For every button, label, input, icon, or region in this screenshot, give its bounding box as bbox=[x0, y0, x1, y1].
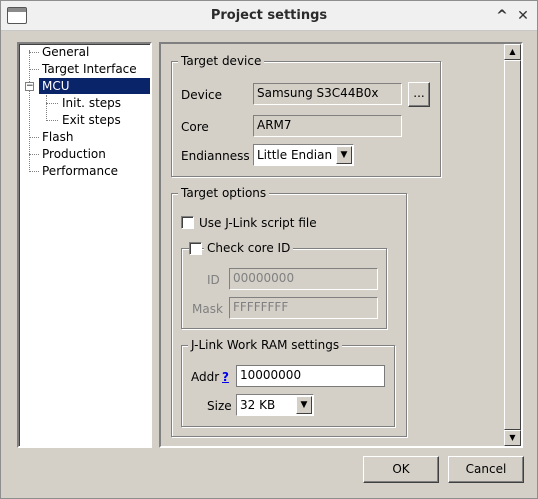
use-script-checkbox[interactable] bbox=[181, 216, 194, 229]
tree-connector bbox=[29, 50, 30, 170]
dropdown-arrow-icon[interactable]: ▼ bbox=[336, 146, 352, 164]
work-ram-legend: J-Link Work RAM settings bbox=[188, 337, 343, 353]
size-value: 32 KB bbox=[240, 398, 276, 412]
window-title: Project settings bbox=[210, 8, 328, 23]
tree-connector bbox=[29, 154, 39, 155]
tree-item-flash[interactable]: Flash bbox=[39, 129, 76, 145]
target-device-legend: Target device bbox=[178, 53, 265, 69]
check-core-id-checkbox[interactable] bbox=[189, 242, 202, 255]
size-select[interactable]: 32 KB ▼ bbox=[236, 394, 314, 416]
collapse-button[interactable]: ^ bbox=[494, 8, 510, 24]
tree-item-general[interactable]: General bbox=[39, 44, 92, 60]
endianness-value: Little Endian bbox=[257, 148, 333, 162]
tree-item-target-interface[interactable]: Target Interface bbox=[39, 61, 140, 77]
tree-connector bbox=[29, 137, 39, 138]
collapse-icon[interactable]: − bbox=[25, 82, 34, 91]
scroll-up-icon[interactable]: ▲ bbox=[504, 44, 521, 60]
close-icon[interactable]: ✕ bbox=[515, 8, 531, 24]
id-label: ID bbox=[207, 273, 220, 287]
addr-input[interactable]: 10000000 bbox=[236, 365, 385, 387]
cancel-button[interactable]: Cancel bbox=[448, 456, 524, 483]
mask-label: Mask bbox=[192, 302, 223, 316]
addr-help-link[interactable]: ? bbox=[222, 369, 229, 385]
tree-item-init-steps[interactable]: Init. steps bbox=[59, 95, 124, 111]
device-field: Samsung S3C44B0x bbox=[253, 83, 402, 105]
size-label: Size bbox=[207, 399, 232, 413]
tree-item-production[interactable]: Production bbox=[39, 146, 109, 162]
id-field[interactable]: 00000000 bbox=[229, 268, 378, 290]
project-settings-dialog: Project settings ^ ✕ General Target Inte… bbox=[0, 0, 538, 499]
tree-item-performance[interactable]: Performance bbox=[39, 163, 121, 179]
core-field: ARM7 bbox=[253, 115, 402, 137]
panel-scrollbar[interactable]: ▲ ▼ bbox=[504, 44, 521, 446]
tree-connector bbox=[46, 103, 58, 104]
endianness-select[interactable]: Little Endian ▼ bbox=[253, 144, 354, 166]
target-options-legend: Target options bbox=[178, 185, 270, 201]
tree-item-exit-steps[interactable]: Exit steps bbox=[59, 112, 124, 128]
ok-button[interactable]: OK bbox=[363, 456, 439, 483]
scroll-down-icon[interactable]: ▼ bbox=[504, 430, 521, 446]
browse-device-button[interactable]: ... bbox=[408, 82, 430, 107]
dropdown-arrow-icon[interactable]: ▼ bbox=[296, 396, 312, 414]
device-label: Device bbox=[181, 88, 223, 102]
tree-connector bbox=[29, 171, 39, 172]
core-label: Core bbox=[181, 120, 209, 134]
mask-field[interactable]: FFFFFFFF bbox=[229, 297, 378, 319]
tree-item-mcu[interactable]: MCU bbox=[39, 78, 150, 94]
tree-connector bbox=[29, 69, 39, 70]
tree-connector bbox=[46, 95, 47, 121]
addr-label: Addr bbox=[191, 370, 220, 384]
scrollbar-thumb[interactable] bbox=[504, 60, 521, 430]
title-bar: Project settings ^ ✕ bbox=[1, 1, 537, 31]
tree-connector bbox=[46, 120, 58, 121]
use-script-label[interactable]: Use J-Link script file bbox=[199, 215, 317, 231]
settings-tree[interactable]: General Target Interface − MCU Init. ste… bbox=[17, 42, 152, 448]
endianness-label: Endianness bbox=[181, 149, 250, 163]
check-core-id-label[interactable]: Check core ID bbox=[204, 240, 294, 256]
tree-connector bbox=[29, 52, 39, 53]
